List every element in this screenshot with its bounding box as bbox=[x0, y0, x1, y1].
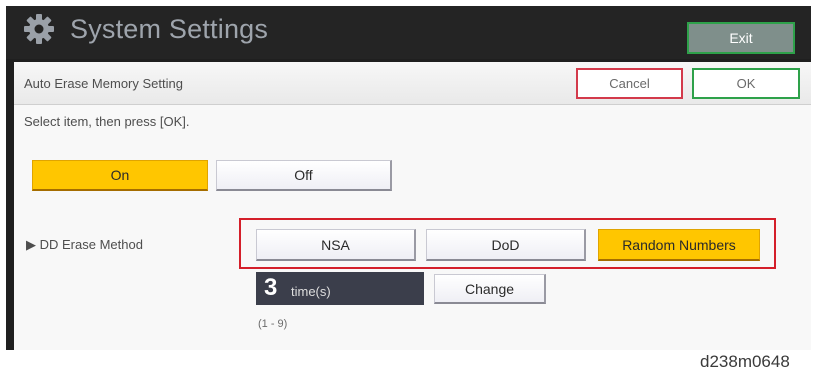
settings-panel bbox=[14, 62, 811, 350]
setting-title: Auto Erase Memory Setting bbox=[24, 76, 183, 91]
times-value: 3 bbox=[264, 274, 278, 301]
times-range: (1 - 9) bbox=[258, 318, 288, 330]
page-title: System Settings bbox=[70, 14, 269, 44]
nsa-button[interactable]: NSA bbox=[256, 229, 416, 261]
erase-method-label: ▶ DD Erase Method bbox=[26, 237, 143, 252]
times-display bbox=[256, 272, 424, 305]
change-button[interactable]: Change bbox=[434, 274, 546, 304]
off-button[interactable]: Off bbox=[216, 160, 392, 191]
random-numbers-button[interactable]: Random Numbers bbox=[598, 229, 760, 261]
instruction-text: Select item, then press [OK]. bbox=[24, 114, 190, 129]
dod-button[interactable]: DoD bbox=[426, 229, 586, 261]
times-unit: time(s) bbox=[291, 284, 331, 299]
exit-button[interactable]: Exit bbox=[687, 22, 795, 54]
on-button[interactable]: On bbox=[32, 160, 208, 191]
gear-icon bbox=[24, 14, 54, 44]
figure-caption: d238m0648 bbox=[700, 352, 790, 371]
cancel-button[interactable]: Cancel bbox=[576, 68, 683, 99]
ok-button[interactable]: OK bbox=[692, 68, 800, 99]
